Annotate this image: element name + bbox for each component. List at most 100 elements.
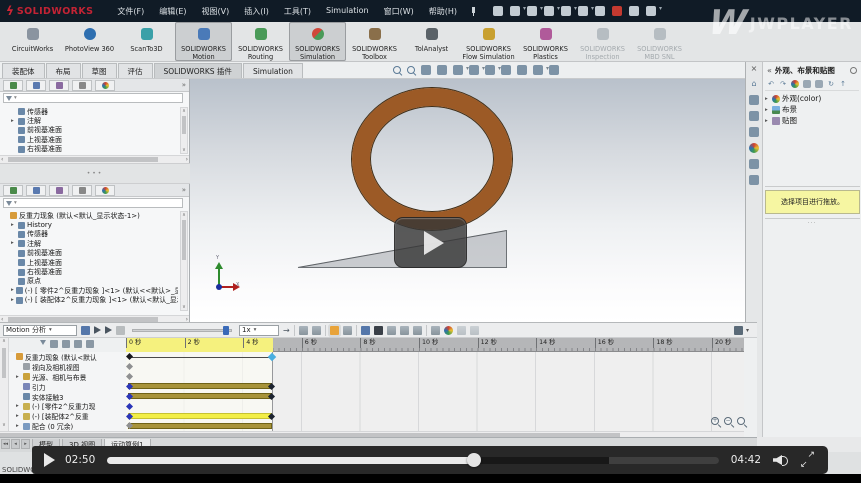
menu-item[interactable]: 插入(I) (244, 6, 269, 17)
file-explorer-icon[interactable] (749, 111, 759, 121)
command-tab[interactable]: 评估 (118, 63, 153, 78)
resources-home-icon[interactable]: ⌂ (749, 79, 759, 89)
apply-scene-icon[interactable] (517, 65, 527, 75)
motion-tree-item[interactable]: ▸ 视向及相机视图 (9, 362, 126, 372)
appearance-tree-item[interactable]: ▸ 布景 (765, 104, 859, 115)
keyframe-diamond[interactable] (126, 353, 133, 360)
add-key-icon[interactable] (343, 326, 352, 335)
hide-show-items-icon[interactable] (485, 65, 495, 75)
command-tab[interactable]: SOLIDWORKS 插件 (154, 63, 242, 78)
motion-tree-item[interactable]: ▸ 反重力现象 (默认<默认 (9, 352, 126, 362)
new-file-icon[interactable] (510, 6, 520, 16)
refresh-icon[interactable]: ↻ (827, 80, 835, 88)
print-icon[interactable] (561, 6, 571, 16)
configurationmanager-tab-icon[interactable] (49, 185, 69, 196)
slider-thumb[interactable] (223, 326, 229, 335)
ribbon-item[interactable]: SOLIDWORKS Routing (232, 22, 289, 61)
expander-icon[interactable]: ▸ (11, 296, 14, 305)
timeline-position-slider[interactable] (132, 329, 232, 332)
video-play-overlay-button[interactable] (394, 217, 467, 268)
motion-tree-item[interactable]: ▸ (-) [零件2^反重力现 (9, 401, 126, 411)
menu-item[interactable]: 编辑(E) (159, 6, 186, 17)
motion-tree-item[interactable]: ▸ 配合 (0 冗余) (9, 421, 126, 431)
dimxpertmanager-tab-icon[interactable] (72, 185, 92, 196)
panel-splitter[interactable]: ••• (0, 163, 190, 184)
playback-speed-select[interactable]: 1x▾ (239, 325, 279, 336)
design-library-icon[interactable] (749, 95, 759, 105)
zoom-area-icon[interactable] (407, 66, 415, 74)
expander-icon[interactable]: ▸ (11, 117, 16, 126)
previous-view-icon[interactable] (421, 65, 431, 75)
edit-appearance-icon[interactable] (501, 65, 511, 75)
zoom-fit-icon[interactable] (393, 66, 401, 74)
ribbon-item[interactable]: SOLIDWORKS Plastics (517, 22, 574, 61)
animation-wizard-icon[interactable] (312, 326, 321, 335)
tab-scroll-first-icon[interactable]: ◂◂ (1, 439, 10, 449)
tree-item[interactable]: ▸ 原点 (2, 277, 178, 286)
appearance-tree-item[interactable]: ▸ 外观(color) (765, 93, 859, 104)
dimxpertmanager-tab-icon[interactable] (72, 80, 92, 91)
tree-top-hscrollbar[interactable]: ‹ › (0, 155, 189, 163)
keyframe-diamond-end[interactable] (268, 412, 275, 419)
normal-to-icon[interactable] (549, 65, 559, 75)
view-orientation-icon[interactable] (453, 65, 463, 75)
motion-tree-vscrollbar[interactable]: ∧∨ (0, 338, 9, 431)
simulation-setup-icon[interactable] (444, 326, 453, 335)
open-file-icon[interactable] (527, 6, 537, 16)
tree-item[interactable]: ▸ (-) [ 零件2^反重力现象 ]<1> (默认<<默认>_显示状态- (2, 286, 178, 295)
play-icon[interactable] (105, 326, 112, 334)
timeline-view-icon[interactable] (734, 326, 743, 335)
expander-icon[interactable]: ▸ (765, 96, 770, 102)
expander-icon[interactable]: ▸ (16, 374, 21, 380)
motion-analysis-icon[interactable] (470, 326, 479, 335)
custom-properties-icon[interactable] (749, 159, 759, 169)
filter-selected-icon[interactable] (74, 340, 82, 348)
task-pane-close-icon[interactable]: × (751, 64, 758, 73)
expander-icon[interactable]: ▸ (16, 423, 21, 429)
forward-icon[interactable]: ↷ (779, 80, 787, 88)
back-icon[interactable]: ↶ (767, 80, 775, 88)
scene-icon[interactable] (803, 80, 811, 88)
tree-main-vscrollbar[interactable]: ∧∨ (180, 211, 188, 311)
tree-item[interactable]: ▸ 注解 (2, 116, 178, 125)
timeline-track[interactable] (126, 411, 744, 421)
tree-filter-input[interactable]: ▾ (3, 93, 183, 103)
stop-icon[interactable] (116, 326, 125, 335)
pin-icon[interactable] (850, 67, 857, 74)
tree-item[interactable]: ▸ 注解 (2, 239, 178, 248)
panel-expand-icon[interactable]: » (182, 186, 186, 194)
timeline-bar[interactable] (128, 357, 272, 358)
expander-icon[interactable]: ▸ (11, 239, 16, 248)
tree-item[interactable]: ▸ 反重力现象 (默认<默认_显示状态-1>) (2, 211, 178, 220)
tab-scroll-left-icon[interactable]: ◂ (11, 439, 20, 449)
expander-icon[interactable]: ▸ (765, 118, 770, 124)
options-icon[interactable] (646, 6, 656, 16)
expander-icon[interactable]: ▸ (11, 221, 16, 230)
timeline-ruler[interactable]: 0 秒2 秒4 秒6 秒8 秒10 秒12 秒14 秒16 秒18 秒20 秒 (126, 338, 744, 352)
ribbon-item[interactable]: CircuitWorks (4, 22, 61, 61)
pin-menu-icon[interactable] (469, 7, 477, 15)
tree-item[interactable]: ▸ (-) [ 装配体2^反重力现象 ]<1> (默认<默认_显示状态- (2, 296, 178, 305)
timeline-bar[interactable] (128, 413, 272, 419)
timeline-track[interactable] (126, 401, 744, 411)
keyframe-diamond[interactable] (126, 363, 133, 370)
timeline-bar[interactable] (128, 393, 272, 399)
filter-icon[interactable] (40, 340, 46, 345)
video-play-button[interactable] (44, 453, 55, 467)
displaymanager-tab-icon[interactable] (95, 185, 115, 196)
ribbon-item[interactable]: TolAnalyst (403, 22, 460, 61)
menu-item[interactable]: 视图(V) (202, 6, 230, 17)
command-tab[interactable]: 布局 (46, 63, 81, 78)
undo-icon[interactable] (578, 6, 588, 16)
tree-item[interactable]: ▸ History (2, 220, 178, 229)
tree-item[interactable]: ▸ 传感器 (2, 230, 178, 239)
ribbon-item[interactable]: ScanTo3D (118, 22, 175, 61)
ribbon-item[interactable]: PhotoView 360 (61, 22, 118, 61)
command-tab[interactable]: 装配体 (2, 63, 45, 78)
expander-icon[interactable]: ▸ (16, 403, 21, 409)
motion-tree-item[interactable]: ▸ 光源、相机与布景 (9, 372, 126, 382)
timeline-track[interactable] (126, 421, 744, 431)
up-level-icon[interactable]: ↑ (839, 80, 847, 88)
timeline-bar[interactable] (128, 383, 272, 389)
tree-item[interactable]: ▸ 右视基准面 (2, 145, 178, 154)
